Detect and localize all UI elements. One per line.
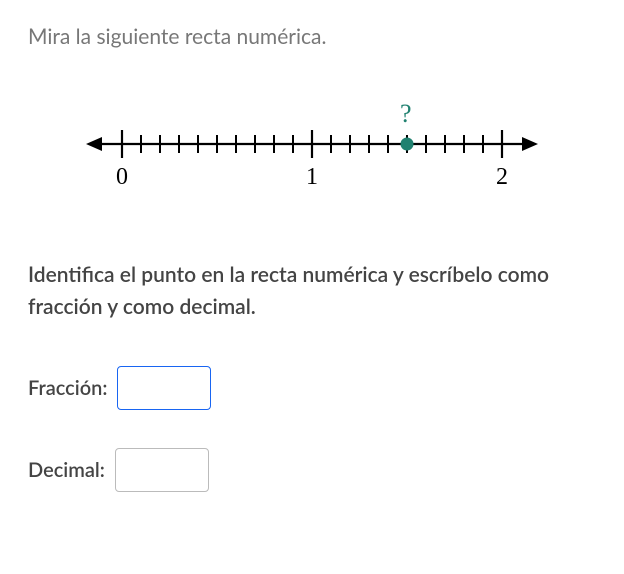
decimal-label: Decimal: — [28, 458, 105, 482]
fraction-label: Fracción: — [28, 376, 107, 400]
fraction-row: Fracción: — [28, 366, 596, 410]
decimal-input[interactable] — [115, 448, 209, 492]
intro-text: Mira la siguiente recta numérica. — [28, 24, 596, 49]
instructions-text: Identifica el punto en la recta numérica… — [28, 259, 596, 322]
number-line: 0 1 2 ? — [82, 89, 542, 209]
svg-text:0: 0 — [116, 164, 128, 190]
question-mark-label: ? — [400, 99, 412, 129]
svg-text:1: 1 — [306, 164, 318, 190]
decimal-row: Decimal: — [28, 448, 596, 492]
fraction-input[interactable] — [117, 366, 211, 410]
svg-text:2: 2 — [496, 164, 508, 190]
number-line-container: 0 1 2 ? — [28, 89, 596, 209]
